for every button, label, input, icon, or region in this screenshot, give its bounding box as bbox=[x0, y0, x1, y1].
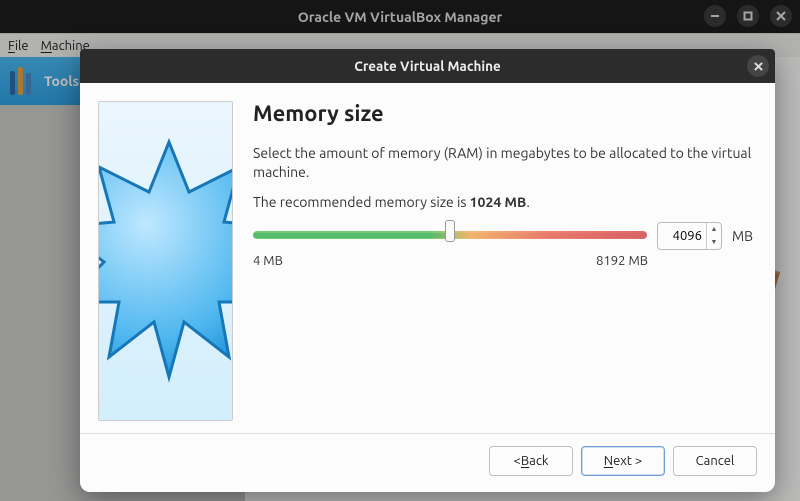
slider-min-label: 4 MB bbox=[253, 254, 283, 268]
window-titlebar: Oracle VM VirtualBox Manager bbox=[0, 0, 800, 33]
dialog-footer: < Back Next > Cancel bbox=[80, 433, 775, 492]
dialog-title: Create Virtual Machine bbox=[354, 58, 501, 74]
memory-spinbox[interactable]: ▲ ▼ bbox=[657, 222, 722, 250]
dialog-close-button[interactable] bbox=[747, 55, 769, 77]
tools-label: Tools bbox=[44, 73, 79, 89]
window-close-button[interactable] bbox=[770, 5, 792, 27]
memory-slider[interactable] bbox=[253, 226, 647, 246]
slider-max-label: 8192 MB bbox=[596, 254, 648, 268]
create-vm-dialog: Create Virtual Machine Memory size Selec… bbox=[80, 49, 775, 492]
spin-up-button[interactable]: ▲ bbox=[707, 223, 721, 236]
dialog-titlebar: Create Virtual Machine bbox=[80, 49, 775, 83]
unit-label: MB bbox=[732, 228, 753, 244]
slider-thumb[interactable] bbox=[445, 220, 455, 242]
window-controls bbox=[704, 5, 792, 27]
spin-down-button[interactable]: ▼ bbox=[707, 236, 721, 249]
wizard-graphic bbox=[98, 101, 233, 421]
window-title: Oracle VM VirtualBox Manager bbox=[298, 9, 503, 25]
recommended-text: The recommended memory size is 1024 MB. bbox=[253, 194, 753, 210]
dialog-body: Memory size Select the amount of memory … bbox=[80, 83, 775, 433]
starburst-icon bbox=[98, 127, 233, 417]
maximize-button[interactable] bbox=[737, 5, 759, 27]
back-button[interactable]: < Back bbox=[489, 446, 573, 476]
slider-range-labels: 4 MB 8192 MB bbox=[253, 254, 753, 268]
dialog-content: Memory size Select the amount of memory … bbox=[253, 101, 753, 423]
next-button[interactable]: Next > bbox=[581, 446, 665, 476]
minimize-button[interactable] bbox=[704, 5, 726, 27]
page-heading: Memory size bbox=[253, 101, 753, 126]
tools-icon bbox=[8, 65, 38, 97]
memory-slider-row: ▲ ▼ MB bbox=[253, 222, 753, 250]
description-text: Select the amount of memory (RAM) in meg… bbox=[253, 144, 753, 182]
menu-file[interactable]: File bbox=[8, 39, 29, 53]
memory-input[interactable] bbox=[658, 229, 706, 243]
cancel-button[interactable]: Cancel bbox=[673, 446, 757, 476]
